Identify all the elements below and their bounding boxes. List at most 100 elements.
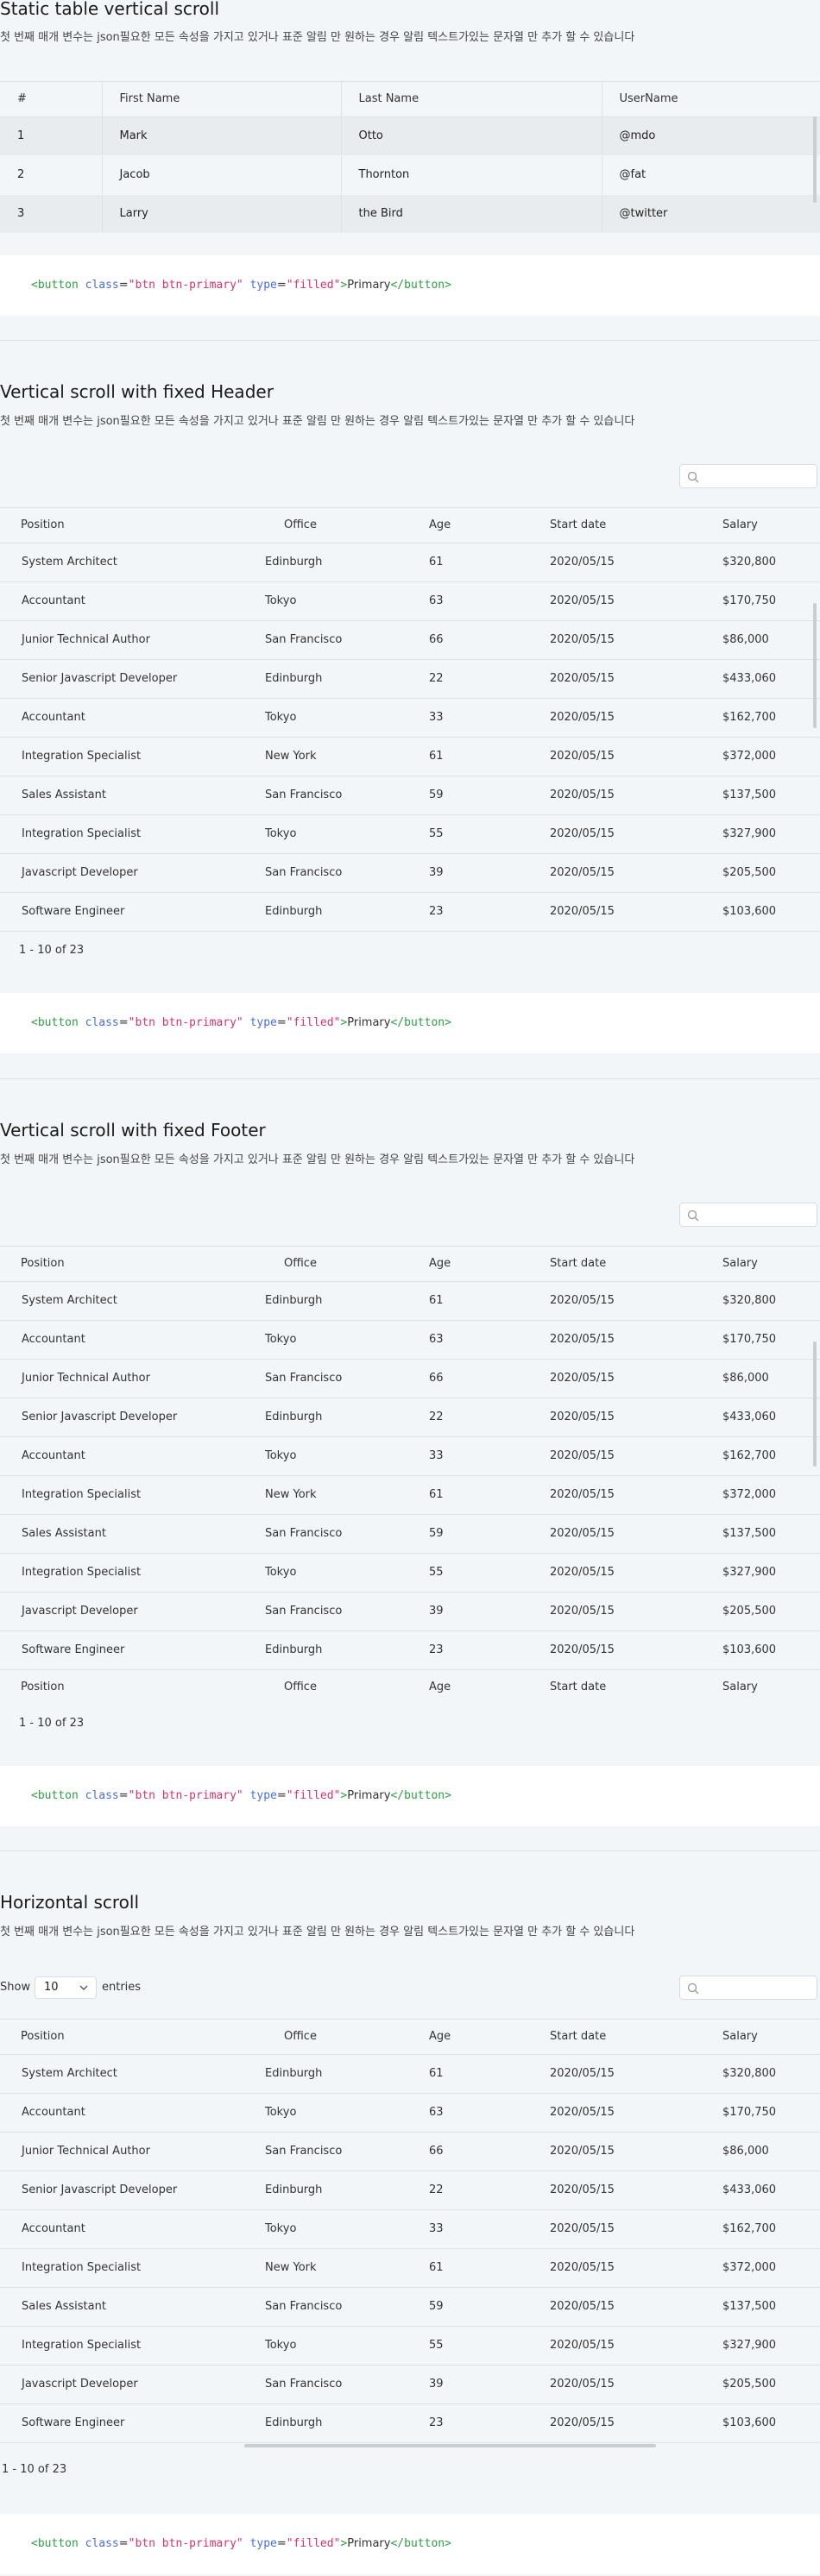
section-description: 첫 번째 매개 변수는 json필요한 모든 속성을 가지고 있거나 표준 알림… [0, 31, 635, 44]
table-cell: San Francisco [265, 1592, 429, 1631]
table-row: Accountant Tokyo 63 2020/05/15 $170,750 [0, 2093, 820, 2133]
code-snippet-box: <button class="btn btn-primary" type="fi… [0, 255, 820, 316]
table-cell: San Francisco [265, 1514, 429, 1554]
table-cell: 2020/05/15 [550, 1436, 722, 1476]
data-table: Position Office Age Start date Salary System … [0, 508, 820, 932]
column-header[interactable]: Start date [550, 1247, 722, 1282]
table-cell: $327,900 [722, 814, 820, 854]
column-header[interactable]: Salary [722, 2020, 820, 2055]
table-row: Javascript Developer San Francisco 39 2020/… [0, 2365, 820, 2404]
code-eq: = [118, 2537, 129, 2550]
table-row: Senior Javascript Developer Edinburgh 22 20… [0, 659, 820, 699]
code-val-class: "btn btn-primary" [128, 1789, 243, 1802]
horizontal-scrollbar[interactable] [244, 2444, 656, 2447]
table-cell: $320,800 [722, 543, 820, 582]
length-label-show: Show [0, 1981, 31, 1994]
column-footer: Age [429, 1680, 451, 1693]
column-header[interactable]: Office [265, 1247, 429, 1282]
table-row: Software Engineer Edinburgh 23 2020/05/15 $1… [0, 1630, 820, 1670]
table-cell: $137,500 [722, 776, 820, 815]
table-cell: Sales Assistant [0, 2287, 265, 2327]
column-header[interactable]: Age [429, 508, 550, 543]
column-header[interactable]: Age [429, 1247, 550, 1282]
table-cell: 66 [429, 1359, 550, 1398]
column-header[interactable]: Salary [722, 1247, 820, 1282]
code-val-type: "filled" [286, 1016, 341, 1029]
page-length-select[interactable]: 10 [35, 1976, 97, 1999]
column-header[interactable]: Start date [550, 508, 722, 543]
table-row: Integration Specialist Tokyo 55 2020/05/15 $… [0, 1553, 820, 1593]
code-snippet-box: <button class="btn btn-primary" type="fi… [0, 1766, 820, 1826]
table-cell: Edinburgh [265, 2403, 429, 2443]
table-cell: Tokyo [265, 2093, 429, 2133]
table-cell: Integration Specialist [0, 737, 265, 776]
code-close-tag: </button> [390, 1789, 451, 1802]
code-text: Primary [347, 1789, 391, 1802]
table-row: Accountant Tokyo 63 2020/05/15 $170,750 [0, 581, 820, 621]
search-input[interactable] [679, 1203, 817, 1227]
column-footer: Position [21, 1680, 65, 1693]
table-cell: 2020/05/15 [550, 2403, 722, 2443]
column-header[interactable]: Office [265, 2020, 429, 2055]
table-header-row: Position Office Age Start date Salary [0, 508, 820, 543]
section-description: 첫 번째 매개 변수는 json필요한 모든 속성을 가지고 있거나 표준 알림… [0, 1153, 635, 1166]
table-cell: 2020/05/15 [550, 892, 722, 932]
table-row: System Architect Edinburgh 61 2020/05/15 $32… [0, 2054, 820, 2094]
column-header[interactable]: Position [0, 508, 265, 543]
table-cell: Accountant [0, 581, 265, 621]
code-eq: = [118, 1016, 129, 1029]
code-attr-type: type [249, 1789, 277, 1802]
table-cell: Accountant [0, 1436, 265, 1476]
table-cell: Thornton [340, 155, 602, 195]
search-input[interactable] [679, 1976, 817, 2000]
table-cell: $162,700 [722, 1436, 820, 1476]
column-header[interactable]: Position [0, 2020, 265, 2055]
table-cell: Tokyo [265, 2326, 429, 2366]
table-cell: 2020/05/15 [550, 543, 722, 582]
column-header[interactable]: Office [265, 508, 429, 543]
length-label-entries: entries [102, 1981, 142, 1994]
table-cell: San Francisco [265, 620, 429, 660]
code-eq: = [276, 279, 287, 292]
table-row: Integration Specialist Tokyo 55 2020/05/15 $… [0, 814, 820, 854]
table-cell: Integration Specialist [0, 1553, 265, 1593]
code-open: <button [31, 1789, 85, 1802]
table-cell: 2020/05/15 [550, 2171, 722, 2210]
table-info: 1 - 10 of 23 [19, 944, 85, 957]
datatable-fixed-header: Position Office Age Start date Salary System … [0, 507, 820, 932]
table-cell: 61 [429, 2054, 550, 2094]
search-input[interactable] [679, 464, 817, 488]
datatable-horizontal: Position Office Age Start date Salary System … [0, 2019, 820, 2443]
table-row: Accountant Tokyo 33 2020/05/15 $162,700 [0, 2209, 820, 2249]
table-cell: 3 [0, 194, 102, 234]
vertical-scrollbar[interactable] [813, 603, 817, 728]
column-header[interactable]: Position [0, 1247, 265, 1282]
table-cell: Integration Specialist [0, 2248, 265, 2288]
code-attr-type: type [249, 279, 277, 292]
table-row: Integration Specialist New York 61 2020/05/… [0, 2248, 820, 2288]
table-cell: 2020/05/15 [550, 2248, 722, 2288]
chevron-down-icon [79, 1985, 88, 1990]
vertical-scrollbar[interactable] [813, 116, 817, 203]
table-cell: 2020/05/15 [550, 2054, 722, 2094]
table-cell: @fat [601, 155, 820, 195]
table-cell: 2020/05/15 [550, 620, 722, 660]
data-table: Position Office Age Start date Salary System … [0, 2020, 820, 2443]
table-cell: New York [265, 2248, 429, 2288]
table-cell: Accountant [0, 698, 265, 738]
column-header: # [0, 82, 102, 117]
vertical-scrollbar[interactable] [813, 1341, 817, 1467]
table-row: Senior Javascript Developer Edinburgh 22 20… [0, 1398, 820, 1437]
column-header[interactable]: Start date [550, 2020, 722, 2055]
table-cell: 2020/05/15 [550, 1281, 722, 1321]
column-header[interactable]: Age [429, 2020, 550, 2055]
column-header[interactable]: Salary [722, 508, 820, 543]
table-cell: 2020/05/15 [550, 737, 722, 776]
table-footer-row: Position Office Age Start date Salary [0, 1669, 820, 1704]
table-row: Javascript Developer San Francisco 39 2020/… [0, 1592, 820, 1631]
code-attr-class: class [85, 1789, 119, 1802]
table-row: 1 Mark Otto @mdo [0, 116, 820, 156]
section-divider [0, 1078, 820, 1079]
table-cell: 61 [429, 543, 550, 582]
table-cell: Accountant [0, 2093, 265, 2133]
